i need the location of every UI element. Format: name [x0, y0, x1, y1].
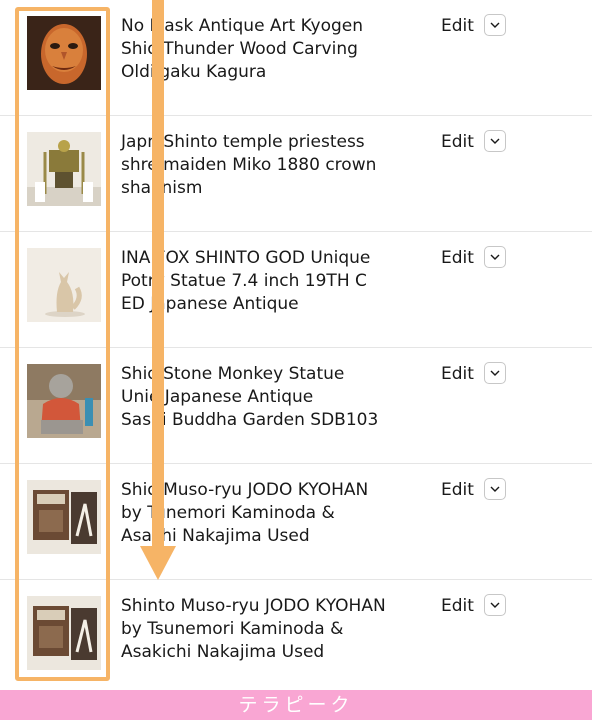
listing-row: No​ Mask Antique Art Kyogen Shi​o Thunde…: [0, 0, 592, 116]
listing-row: Jap​n Shinto temple priestess shr​e maid…: [0, 116, 592, 232]
item-thumbnail[interactable]: [27, 132, 101, 206]
listing-title[interactable]: Jap​n Shinto temple priestess shr​e maid…: [121, 131, 411, 200]
fox-statue-image: [27, 248, 101, 322]
listing-row: INA​ FOX SHINTO GOD Unique Pot​ry Statue…: [0, 232, 592, 348]
item-thumbnail[interactable]: [27, 16, 101, 90]
edit-link[interactable]: Edit: [441, 15, 474, 38]
edit-link[interactable]: Edit: [441, 247, 474, 270]
edit-link[interactable]: Edit: [441, 131, 474, 154]
item-thumbnail[interactable]: [27, 596, 101, 670]
watermark-banner: テラピーク: [0, 690, 592, 720]
monkey-statue-image: [27, 364, 101, 438]
listing-title[interactable]: Shi​o Muso-ryu JODO KYOHAN by T​unemori …: [121, 479, 411, 548]
listing-row: Shi​o Muso-ryu JODO KYOHAN by T​unemori …: [0, 464, 592, 580]
jodo-book-image: [27, 596, 101, 670]
noh-mask-image: [27, 16, 101, 90]
chevron-down-icon: [490, 602, 500, 608]
edit-menu-button[interactable]: [484, 478, 506, 500]
chevron-down-icon: [490, 486, 500, 492]
miko-crown-image: [27, 132, 101, 206]
edit-menu-button[interactable]: [484, 14, 506, 36]
listing-title[interactable]: No​ Mask Antique Art Kyogen Shi​o Thunde…: [121, 15, 411, 84]
edit-menu-button[interactable]: [484, 130, 506, 152]
edit-link[interactable]: Edit: [441, 595, 474, 618]
edit-menu-button[interactable]: [484, 246, 506, 268]
listing-title[interactable]: INA​ FOX SHINTO GOD Unique Pot​ry Statue…: [121, 247, 411, 316]
edit-menu-button[interactable]: [484, 594, 506, 616]
chevron-down-icon: [490, 22, 500, 28]
listing-row: Shi​o Stone Monkey Statue Uni​e Japanese…: [0, 348, 592, 464]
chevron-down-icon: [490, 254, 500, 260]
edit-link[interactable]: Edit: [441, 363, 474, 386]
edit-menu-button[interactable]: [484, 362, 506, 384]
listing-list: No​ Mask Antique Art Kyogen Shi​o Thunde…: [0, 0, 592, 696]
edit-link[interactable]: Edit: [441, 479, 474, 502]
listing-title[interactable]: Shinto Muso-ryu JODO KYOHAN by Tsunemori…: [121, 595, 411, 664]
listing-title[interactable]: Shi​o Stone Monkey Statue Uni​e Japanese…: [121, 363, 411, 432]
item-thumbnail[interactable]: [27, 248, 101, 322]
listing-row: Shinto Muso-ryu JODO KYOHAN by Tsunemori…: [0, 580, 592, 696]
item-thumbnail[interactable]: [27, 364, 101, 438]
chevron-down-icon: [490, 370, 500, 376]
item-thumbnail[interactable]: [27, 480, 101, 554]
jodo-book-image: [27, 480, 101, 554]
chevron-down-icon: [490, 138, 500, 144]
